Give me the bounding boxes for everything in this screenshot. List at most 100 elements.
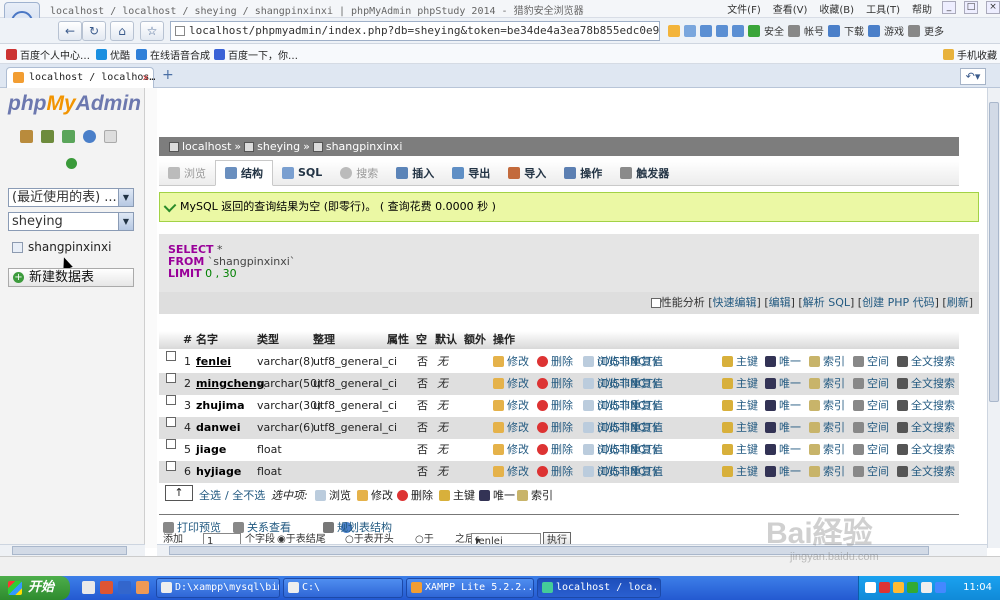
security-label[interactable]: 安全 xyxy=(764,23,784,38)
desktop-icon[interactable] xyxy=(118,581,131,594)
field-name[interactable]: jiage xyxy=(196,439,226,461)
inline-edit-link[interactable]: 快速编辑 xyxy=(713,296,757,309)
fulltext-action[interactable]: 全文搜索 xyxy=(897,351,955,373)
drop-action[interactable]: 删除 xyxy=(537,373,573,395)
minimize-button[interactable]: _ xyxy=(942,1,956,14)
primary-action[interactable]: 主键 xyxy=(722,373,758,395)
forward-alt-icon[interactable] xyxy=(732,24,744,37)
bookmark-baidu[interactable]: 百度一下，你… xyxy=(214,47,298,62)
browse-distinct-action[interactable]: 浏览非重复值 (DISTINCT) xyxy=(583,373,663,395)
docs-icon[interactable] xyxy=(104,130,117,143)
menu-file[interactable]: 文件(F) xyxy=(725,1,763,16)
refresh-alt-icon[interactable] xyxy=(700,24,712,37)
task-c-drive[interactable]: C:\ xyxy=(283,578,403,598)
fulltext-action[interactable]: 全文搜索 xyxy=(897,417,955,439)
explain-sql-link[interactable]: 解析 SQL xyxy=(803,296,850,309)
fulltext-action[interactable]: 全文搜索 xyxy=(897,439,955,461)
more-label[interactable]: 更多 xyxy=(924,23,944,38)
ie-icon[interactable] xyxy=(82,581,95,594)
primary-action[interactable]: 主键 xyxy=(722,417,758,439)
phpmyadmin-logo[interactable]: phpMyAdmin xyxy=(8,92,141,116)
bulk-browse-button[interactable]: 浏览 xyxy=(315,485,351,507)
task-mysql-bin[interactable]: D:\xampp\mysql\bin xyxy=(156,578,280,598)
scroll-thumb[interactable] xyxy=(989,102,999,402)
edit-action[interactable]: 修改 xyxy=(493,373,529,395)
profile-checkbox[interactable] xyxy=(650,298,661,308)
tab-sql[interactable]: SQL xyxy=(273,160,331,186)
browse-distinct-action[interactable]: 浏览非重复值 (DISTINCT) xyxy=(583,351,663,373)
primary-action[interactable]: 主键 xyxy=(722,395,758,417)
bookmark-baidu-center[interactable]: 百度个人中心… xyxy=(6,47,90,62)
row-checkbox[interactable] xyxy=(166,373,176,383)
refresh-link[interactable]: 刷新 xyxy=(947,296,969,309)
edit-action[interactable]: 修改 xyxy=(493,395,529,417)
network-icon[interactable] xyxy=(935,582,946,593)
fulltext-action[interactable]: 全文搜索 xyxy=(897,461,955,483)
spatial-action[interactable]: 空间 xyxy=(853,439,889,461)
primary-action[interactable]: 主键 xyxy=(722,461,758,483)
spatial-action[interactable]: 空间 xyxy=(853,395,889,417)
edit-action[interactable]: 修改 xyxy=(493,417,529,439)
bulk-index-button[interactable]: 索引 xyxy=(517,485,553,507)
field-name[interactable]: fenlei xyxy=(196,351,231,373)
tab-insert[interactable]: 插入 xyxy=(387,160,443,186)
nav-table-item[interactable]: shangpinxinxi xyxy=(12,240,111,254)
close-tab-icon[interactable]: × xyxy=(142,68,149,87)
index-action[interactable]: 索引 xyxy=(809,373,845,395)
undo-close-button[interactable]: ↶▾ xyxy=(960,68,986,85)
home-icon[interactable] xyxy=(20,130,33,143)
download-label[interactable]: 下载 xyxy=(844,23,864,38)
fulltext-action[interactable]: 全文搜索 xyxy=(897,373,955,395)
field-name[interactable]: zhujima xyxy=(196,395,245,417)
unique-action[interactable]: 唯一 xyxy=(765,351,801,373)
tab-structure[interactable]: 结构 xyxy=(215,159,273,186)
breadcrumb-table[interactable]: shangpinxinxi xyxy=(326,137,403,156)
browse-distinct-action[interactable]: 浏览非重复值 (DISTINCT) xyxy=(583,439,663,461)
drop-action[interactable]: 删除 xyxy=(537,351,573,373)
unique-action[interactable]: 唯一 xyxy=(765,373,801,395)
index-action[interactable]: 索引 xyxy=(809,351,845,373)
account-label[interactable]: 帐号 xyxy=(804,23,824,38)
field-name[interactable]: mingcheng xyxy=(196,373,264,395)
edit-sql-link[interactable]: 编辑 xyxy=(769,296,791,309)
bulk-drop-button[interactable]: 删除 xyxy=(397,485,433,507)
left-horizontal-scrollbar[interactable] xyxy=(0,544,145,556)
drop-action[interactable]: 删除 xyxy=(537,461,573,483)
tab-triggers[interactable]: 触发器 xyxy=(611,160,678,186)
new-tab-button[interactable]: + xyxy=(162,67,174,83)
game-label[interactable]: 游戏 xyxy=(884,23,904,38)
browse-distinct-action[interactable]: 浏览非重复值 (DISTINCT) xyxy=(583,417,663,439)
grid-icon[interactable] xyxy=(684,24,696,37)
index-action[interactable]: 索引 xyxy=(809,461,845,483)
unique-action[interactable]: 唯一 xyxy=(765,461,801,483)
home-button[interactable]: ⌂ xyxy=(110,21,134,41)
index-action[interactable]: 索引 xyxy=(809,395,845,417)
row-checkbox[interactable] xyxy=(166,461,176,471)
edit-action[interactable]: 修改 xyxy=(493,461,529,483)
star-button[interactable]: ☆ xyxy=(140,21,164,41)
main-vertical-scrollbar[interactable] xyxy=(987,88,1000,548)
menu-help[interactable]: 帮助 xyxy=(910,1,934,16)
tab-import[interactable]: 导入 xyxy=(499,160,555,186)
drop-action[interactable]: 删除 xyxy=(537,417,573,439)
index-action[interactable]: 索引 xyxy=(809,417,845,439)
primary-action[interactable]: 主键 xyxy=(722,351,758,373)
reload-button[interactable]: ↻ xyxy=(82,21,106,41)
bookmark-youku[interactable]: 优酷 xyxy=(96,47,130,62)
tray-icon-2[interactable] xyxy=(879,582,890,593)
volume-icon[interactable] xyxy=(921,582,932,593)
sql-query-icon[interactable] xyxy=(62,130,75,143)
spatial-action[interactable]: 空间 xyxy=(853,417,889,439)
spatial-action[interactable]: 空间 xyxy=(853,461,889,483)
tab-browse[interactable]: 浏览 xyxy=(159,160,215,186)
tray-icon-3[interactable] xyxy=(893,582,904,593)
bookmark-mobile[interactable]: 手机收藏 xyxy=(943,47,997,62)
primary-action[interactable]: 主键 xyxy=(722,439,758,461)
tab-search[interactable]: 搜索 xyxy=(331,160,387,186)
app2-icon[interactable] xyxy=(136,581,149,594)
menu-tools[interactable]: 工具(T) xyxy=(864,1,902,16)
app-icon[interactable] xyxy=(100,581,113,594)
check-all-link[interactable]: 全选 xyxy=(199,485,221,507)
maximize-button[interactable]: □ xyxy=(964,1,978,14)
spatial-action[interactable]: 空间 xyxy=(853,351,889,373)
